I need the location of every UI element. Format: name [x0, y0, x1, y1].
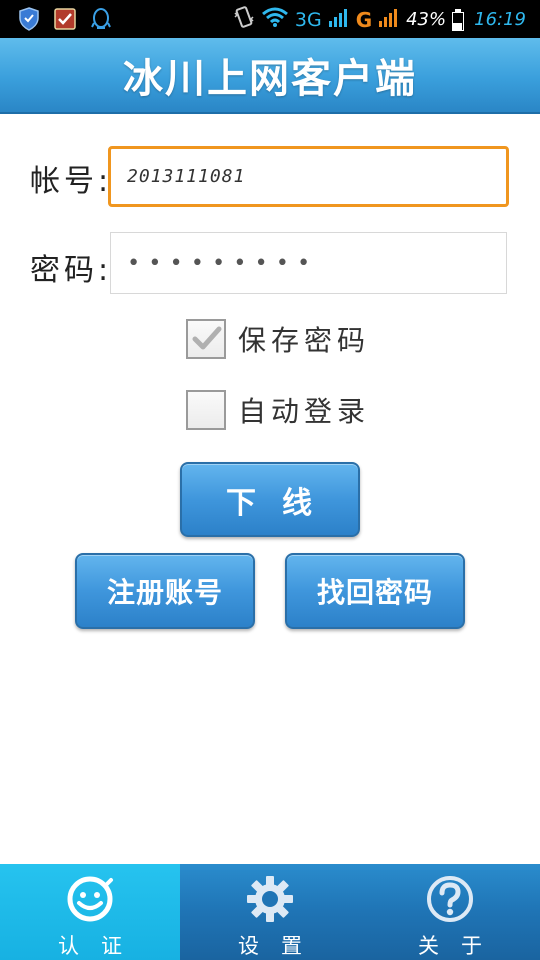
- password-value: •••••••••: [127, 250, 319, 276]
- smiley-auth-icon: [65, 874, 115, 924]
- gear-icon: [245, 874, 295, 924]
- bottom-nav: 认证 设置 关于: [0, 864, 540, 960]
- app-title: 冰川上网客户端: [123, 56, 417, 102]
- tab-about[interactable]: 关于: [360, 864, 540, 960]
- save-password-label: 保存密码: [238, 324, 371, 357]
- password-input[interactable]: •••••••••: [110, 232, 507, 294]
- wifi-icon: [261, 6, 289, 33]
- auto-login-label: 自动登录: [238, 395, 371, 428]
- checkmark-icon: [192, 326, 222, 350]
- signal-2-icon: [378, 5, 400, 34]
- tab-settings[interactable]: 设置: [180, 864, 360, 960]
- network-type-3g: 3G: [294, 8, 322, 31]
- title-bar: 冰川上网客户端: [0, 38, 540, 114]
- battery-icon: [452, 8, 465, 31]
- password-label: 密码:: [30, 253, 113, 288]
- tab-auth-label: 认证: [58, 934, 144, 958]
- signal-1-icon: [328, 5, 350, 34]
- task-app-icon: [54, 8, 76, 34]
- tab-auth[interactable]: 认证: [0, 864, 180, 960]
- shield-icon: [18, 7, 40, 35]
- save-password-checkbox[interactable]: [186, 319, 226, 359]
- clock: 16:19: [474, 9, 526, 30]
- qq-penguin-icon: [90, 7, 112, 35]
- vibrate-icon: [233, 5, 255, 34]
- logout-button[interactable]: 下线: [180, 462, 360, 537]
- save-password-row[interactable]: 保存密码: [186, 319, 370, 359]
- account-label: 帐号:: [30, 164, 113, 199]
- account-value: 2013111081: [127, 166, 246, 187]
- register-account-button[interactable]: 注册账号: [75, 553, 255, 629]
- question-icon: [425, 874, 475, 924]
- status-bar: 3G G 43% 16:19: [0, 0, 540, 38]
- account-input[interactable]: 2013111081: [108, 146, 509, 207]
- network-type-g: G: [355, 7, 373, 32]
- battery-percent: 43%: [406, 9, 447, 30]
- auto-login-row[interactable]: 自动登录: [186, 390, 370, 430]
- recover-password-button[interactable]: 找回密码: [285, 553, 465, 629]
- tab-settings-label: 设置: [238, 934, 324, 958]
- auto-login-checkbox[interactable]: [186, 390, 226, 430]
- tab-about-label: 关于: [418, 934, 504, 958]
